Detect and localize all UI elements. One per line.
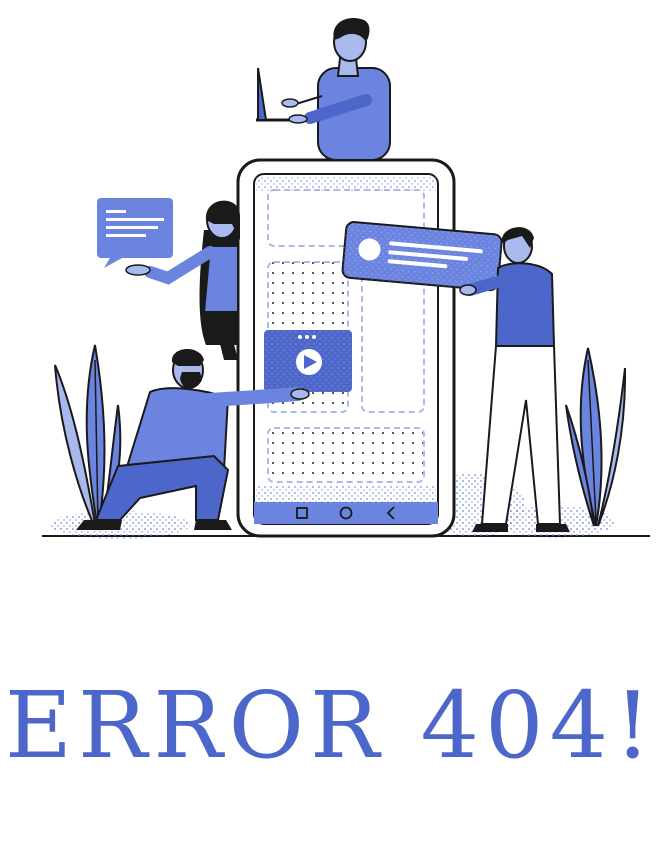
person-laptop (256, 18, 391, 161)
play-icon (296, 349, 322, 375)
phone-nav-bar (254, 502, 438, 524)
video-card (264, 330, 352, 392)
screen-card-bottom (267, 427, 425, 483)
plant-right (565, 347, 627, 527)
error-illustration (42, 18, 650, 539)
chat-bubble (97, 198, 173, 268)
error-heading: ERROR 404! (4, 672, 658, 779)
